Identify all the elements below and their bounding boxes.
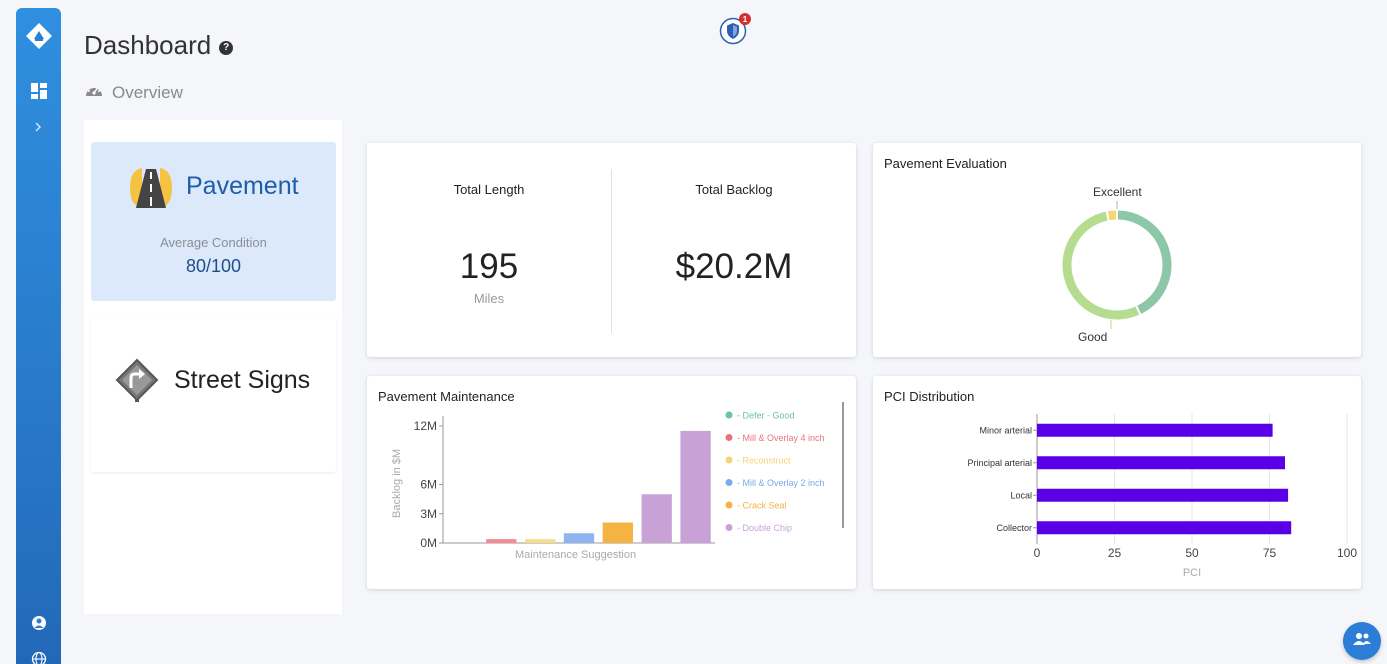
sidebar-expand-button[interactable]: [16, 116, 61, 142]
y-tick-label: 12M: [414, 419, 437, 433]
y-tick-label: 3M: [420, 507, 437, 521]
y-tick-label: Collector: [996, 523, 1032, 533]
pci-distribution-card: PCI Distribution 0 25 50 75 100 Minor arteri…: [873, 376, 1361, 589]
asset-name: Street Signs: [174, 366, 311, 394]
sidebar-item-user[interactable]: [16, 612, 61, 638]
page-title: Dashboard ?: [84, 30, 234, 61]
section-heading: Overview: [84, 82, 183, 103]
y-axis-label: Backlog in $M: [391, 449, 403, 518]
notifications-button[interactable]: 1: [719, 13, 751, 46]
average-condition-label: Average Condition: [160, 235, 267, 250]
dashboard-icon: [30, 82, 48, 105]
team-button[interactable]: [1343, 622, 1381, 660]
bar[interactable]: [641, 494, 672, 543]
bar[interactable]: [1037, 488, 1289, 502]
sidebar-item-dashboard[interactable]: [16, 80, 61, 106]
legend-marker: [725, 501, 733, 509]
legend-label-excellent: Excellent: [1093, 185, 1142, 199]
bar[interactable]: [563, 533, 595, 543]
x-tick-label: 0: [1034, 546, 1041, 560]
bar[interactable]: [680, 430, 711, 543]
user-icon: [31, 615, 47, 636]
page-title-text: Dashboard: [84, 30, 212, 60]
legend-label[interactable]: - Reconstruct: [737, 456, 791, 466]
legend-marker: [725, 479, 733, 486]
bar[interactable]: [1037, 423, 1273, 437]
horizontal-bar-chart: 0 25 50 75 100 Minor arterial Principal arter…: [967, 414, 1357, 579]
legend-marker: [725, 524, 733, 531]
summary-card: Total Length 195 Miles Total Backlog $20…: [367, 143, 856, 357]
total-length-label: Total Length: [453, 182, 525, 197]
x-axis-label: Maintenance Suggestion: [515, 549, 636, 561]
asset-card-street-signs[interactable]: Street Signs: [91, 316, 336, 472]
app-root: Dashboard ? Overview 1 Pavement Average …: [0, 0, 1387, 664]
legend-marker: [725, 456, 733, 464]
question-circle-icon[interactable]: ?: [219, 40, 234, 55]
road-icon: [128, 166, 174, 215]
legend-label[interactable]: - Crack Seal: [737, 501, 787, 511]
sidebar: [16, 8, 61, 664]
donut-slice[interactable]: [1117, 210, 1172, 314]
legend-label-good: Good: [1078, 330, 1107, 344]
y-tick-label: Minor arterial: [979, 425, 1032, 435]
donut-slice[interactable]: [1062, 211, 1140, 320]
x-axis-label: PCI: [1183, 567, 1201, 579]
pavement-evaluation-card: Pavement Evaluation Excellent Good: [873, 143, 1361, 357]
notification-badge: 1: [739, 13, 751, 25]
legend-marker: [725, 434, 733, 441]
bar[interactable]: [524, 539, 556, 543]
x-tick-label: 25: [1108, 546, 1122, 560]
sidebar-item-language[interactable]: [16, 648, 61, 664]
bar-chart: 0M 3M 6M 12M - Defer - Good - Mill & Overlay…: [391, 402, 844, 561]
x-tick-label: 100: [1337, 546, 1357, 560]
y-tick-label: Principal arterial: [967, 458, 1032, 468]
donut-slice[interactable]: [1107, 210, 1117, 221]
asset-name: Pavement: [186, 172, 299, 200]
pavement-maintenance-card: Pavement Maintenance 0M 3M 6M 12M - Defer -…: [367, 376, 856, 589]
total-length-value: 195: [459, 247, 519, 286]
bar[interactable]: [1037, 456, 1285, 470]
donut-chart: Excellent Good: [1062, 185, 1172, 344]
globe-icon: [31, 651, 47, 664]
street-sign-icon: [115, 358, 159, 409]
y-tick-label: 0M: [420, 536, 437, 550]
legend-label[interactable]: - Mill & Overlay 2 inch: [737, 478, 825, 488]
app-logo[interactable]: [25, 22, 53, 50]
legend-label[interactable]: - Defer - Good: [737, 411, 795, 421]
legend-label[interactable]: - Mill & Overlay 4 inch: [737, 433, 825, 443]
x-tick-label: 50: [1185, 546, 1199, 560]
x-tick-label: 75: [1263, 546, 1277, 560]
bar[interactable]: [486, 539, 517, 543]
total-backlog-label: Total Backlog: [695, 182, 773, 197]
asset-card-pavement[interactable]: Pavement Average Condition 80/100: [91, 142, 336, 301]
section-heading-text: Overview: [112, 82, 183, 102]
bar[interactable]: [602, 522, 634, 543]
y-tick-label: 6M: [420, 478, 437, 492]
asset-panel: Pavement Average Condition 80/100 Street…: [84, 120, 342, 614]
speedometer-icon: [84, 82, 104, 103]
legend-label[interactable]: - Double Chip: [737, 523, 792, 533]
people-icon: [1352, 632, 1372, 651]
average-condition-value: 80/100: [185, 256, 242, 276]
total-length-unit: Miles: [473, 291, 505, 306]
expand-chevrons-icon: [33, 120, 45, 138]
total-backlog-value: $20.2M: [675, 247, 793, 286]
bar[interactable]: [1037, 521, 1292, 535]
legend-marker: [725, 411, 733, 419]
y-tick-label: Local: [1010, 490, 1032, 500]
